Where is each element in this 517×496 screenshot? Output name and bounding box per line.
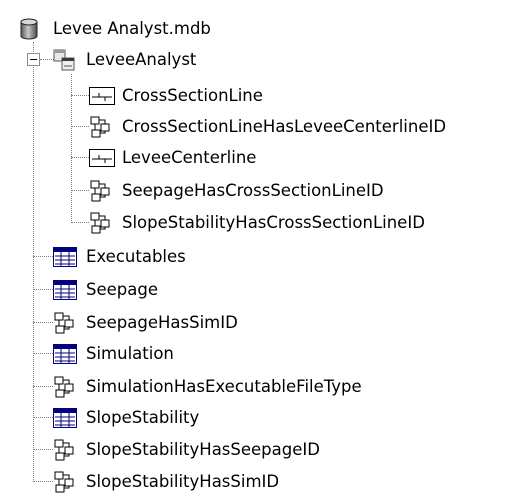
database-icon <box>20 18 46 40</box>
table-icon <box>53 246 79 268</box>
tree-node-label: SimulationHasExecutableFileType <box>86 376 362 396</box>
relationship-class-icon <box>53 376 79 398</box>
tree-node-relationship-class[interactable]: SlopeStabilityHasSeepageID <box>53 435 320 464</box>
feature-dataset-icon <box>53 49 79 71</box>
tree-node-relationship-class[interactable]: SlopeStabilityHasSimID <box>53 467 279 496</box>
tree-node-label: CrossSectionLine <box>122 85 263 105</box>
tree-connector-line <box>33 256 53 257</box>
tree-node-relationship-class[interactable]: SeepageHasCrossSectionLineID <box>89 176 384 205</box>
tree-node-relationship-class[interactable]: SeepageHasSimID <box>53 308 238 337</box>
relationship-class-icon <box>53 471 79 493</box>
tree-node-table[interactable]: Executables <box>53 242 186 271</box>
tree-node-table[interactable]: SlopeStability <box>53 403 199 432</box>
catalog-tree: Levee Analyst.mdb LeveeAnalyst CrossSect… <box>0 0 517 496</box>
tree-node-label: LeveeAnalyst <box>86 49 197 69</box>
tree-node-label: SlopeStabilityHasSeepageID <box>86 439 320 459</box>
tree-connector-line <box>33 386 53 387</box>
tree-connector-line <box>71 95 89 96</box>
tree-connector-line <box>71 157 89 158</box>
tree-connector-line <box>33 353 53 354</box>
relationship-class-icon <box>89 116 115 138</box>
line-feature-class-icon <box>89 147 115 169</box>
tree-node-relationship-class[interactable]: SlopeStabilityHasCrossSectionLineID <box>89 208 425 237</box>
tree-connector-line <box>40 59 54 60</box>
relationship-class-icon <box>53 312 79 334</box>
tree-connector-line <box>33 417 53 418</box>
table-icon <box>53 279 79 301</box>
tree-node-label: SeepageHasCrossSectionLineID <box>122 180 384 200</box>
tree-connector-line <box>71 222 89 223</box>
tree-connector-line <box>71 126 89 127</box>
table-icon <box>53 407 79 429</box>
tree-connector-line <box>33 449 53 450</box>
relationship-class-icon <box>89 212 115 234</box>
tree-node-label: LeveeCenterline <box>122 147 257 167</box>
tree-node-label: Executables <box>86 246 186 266</box>
tree-connector-line <box>33 289 53 290</box>
tree-node-table[interactable]: Simulation <box>53 339 174 368</box>
tree-connector-line <box>33 42 34 482</box>
tree-node-label: Seepage <box>86 279 158 299</box>
tree-node-label: SlopeStability <box>86 407 200 427</box>
tree-node-label: SlopeStabilityHasCrossSectionLineID <box>122 212 425 232</box>
tree-node-label: SlopeStabilityHasSimID <box>86 471 280 491</box>
tree-node-label: SeepageHasSimID <box>86 312 238 332</box>
tree-root-database[interactable]: Levee Analyst.mdb <box>20 14 211 43</box>
tree-connector-line <box>71 190 89 191</box>
tree-node-label: Levee Analyst.mdb <box>53 18 211 38</box>
tree-node-feature-class[interactable]: LeveeCenterline <box>89 143 256 172</box>
tree-node-relationship-class[interactable]: CrossSectionLineHasLeveeCenterlineID <box>89 112 446 141</box>
tree-node-label: CrossSectionLineHasLeveeCenterlineID <box>122 116 447 136</box>
tree-node-relationship-class[interactable]: SimulationHasExecutableFileType <box>53 372 362 401</box>
tree-node-feature-dataset[interactable]: LeveeAnalyst <box>53 45 196 74</box>
tree-node-table[interactable]: Seepage <box>53 275 158 304</box>
tree-node-label: Simulation <box>86 343 174 363</box>
collapse-toggle-icon[interactable] <box>27 53 40 66</box>
table-icon <box>53 343 79 365</box>
relationship-class-icon <box>53 439 79 461</box>
tree-connector-line <box>33 481 53 482</box>
tree-connector-line <box>71 74 72 223</box>
relationship-class-icon <box>89 180 115 202</box>
line-feature-class-icon <box>89 85 115 107</box>
tree-connector-line <box>33 322 53 323</box>
tree-node-feature-class[interactable]: CrossSectionLine <box>89 81 263 110</box>
